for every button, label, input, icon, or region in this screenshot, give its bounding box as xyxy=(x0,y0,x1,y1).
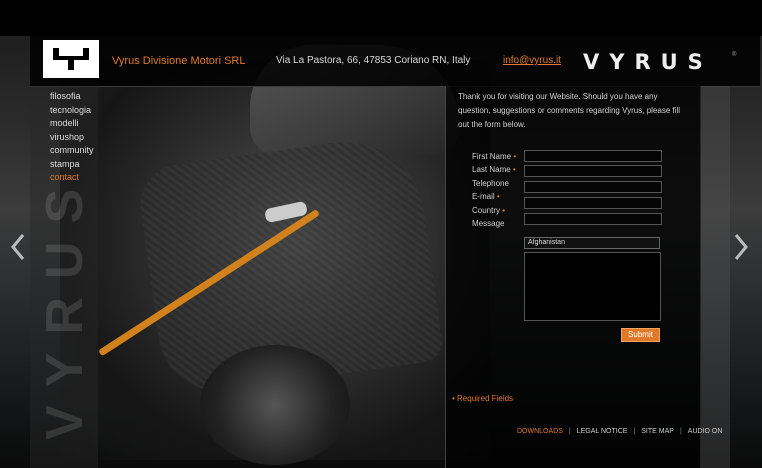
registered-mark: ® xyxy=(732,52,737,58)
required-fields-note: • Required Fields xyxy=(452,394,514,403)
panel-edge xyxy=(700,86,730,468)
nav-item-community[interactable]: community xyxy=(50,144,94,158)
country-field[interactable] xyxy=(524,213,662,225)
nav-item-stampa[interactable]: stampa xyxy=(50,158,94,172)
left-arrow-icon[interactable] xyxy=(10,232,26,262)
message-textarea[interactable] xyxy=(524,252,661,321)
nav-item-contact[interactable]: contact xyxy=(50,171,94,185)
email-label: E-mail • xyxy=(472,192,500,201)
vyrus-wordmark[interactable]: VYRUS xyxy=(583,50,713,74)
last-name-field[interactable] xyxy=(524,165,662,177)
last-name-label: Last Name • xyxy=(472,165,516,174)
vertical-brand: VYRUS xyxy=(36,170,94,440)
site-header: Vyrus Divisione Motori SRL Via La Pastor… xyxy=(30,36,760,87)
footer-legal-notice-link[interactable]: LEGAL NOTICE xyxy=(577,428,628,435)
company-name: Vyrus Divisione Motori SRL xyxy=(112,55,246,67)
footer-links: DOWNLOADS | LEGAL NOTICE | SITE MAP | AUDIO ON xyxy=(517,428,722,435)
footer-downloads-link[interactable]: DOWNLOADS xyxy=(517,428,563,435)
telephone-field[interactable] xyxy=(524,181,662,193)
nav-item-filosofia[interactable]: filosofia xyxy=(50,90,94,104)
email-field[interactable] xyxy=(524,197,662,209)
email-link[interactable]: info@vyrus.it xyxy=(503,55,561,66)
footer-site-map-link[interactable]: SITE MAP xyxy=(641,428,674,435)
message-label: Message xyxy=(472,219,505,228)
footer-audio-toggle[interactable]: AUDIO ON xyxy=(688,428,723,435)
first-name-field[interactable] xyxy=(524,150,662,162)
vyrus-logo-icon[interactable] xyxy=(43,40,99,78)
telephone-label: Telephone xyxy=(472,179,509,188)
main-nav: filosofia tecnologia modelli virushop co… xyxy=(50,90,94,185)
right-arrow-icon[interactable] xyxy=(733,232,749,262)
footer-separator: | xyxy=(568,428,571,435)
footer-separator: | xyxy=(679,428,682,435)
nav-item-tecnologia[interactable]: tecnologia xyxy=(50,104,94,118)
intro-text: Thank you for visiting our Website. Shou… xyxy=(458,92,681,129)
country-label: Country • xyxy=(472,206,506,215)
nav-item-virushop[interactable]: virushop xyxy=(50,131,94,145)
submit-button[interactable]: Submit xyxy=(621,328,660,342)
company-address: Via La Pastora, 66, 47853 Coriano RN, It… xyxy=(276,55,471,66)
top-band xyxy=(0,0,762,36)
nav-item-modelli[interactable]: modelli xyxy=(50,117,94,131)
footer-separator: | xyxy=(633,428,636,435)
first-name-label: First Name • xyxy=(472,152,517,161)
country-select[interactable]: Afghanistan xyxy=(524,237,660,249)
